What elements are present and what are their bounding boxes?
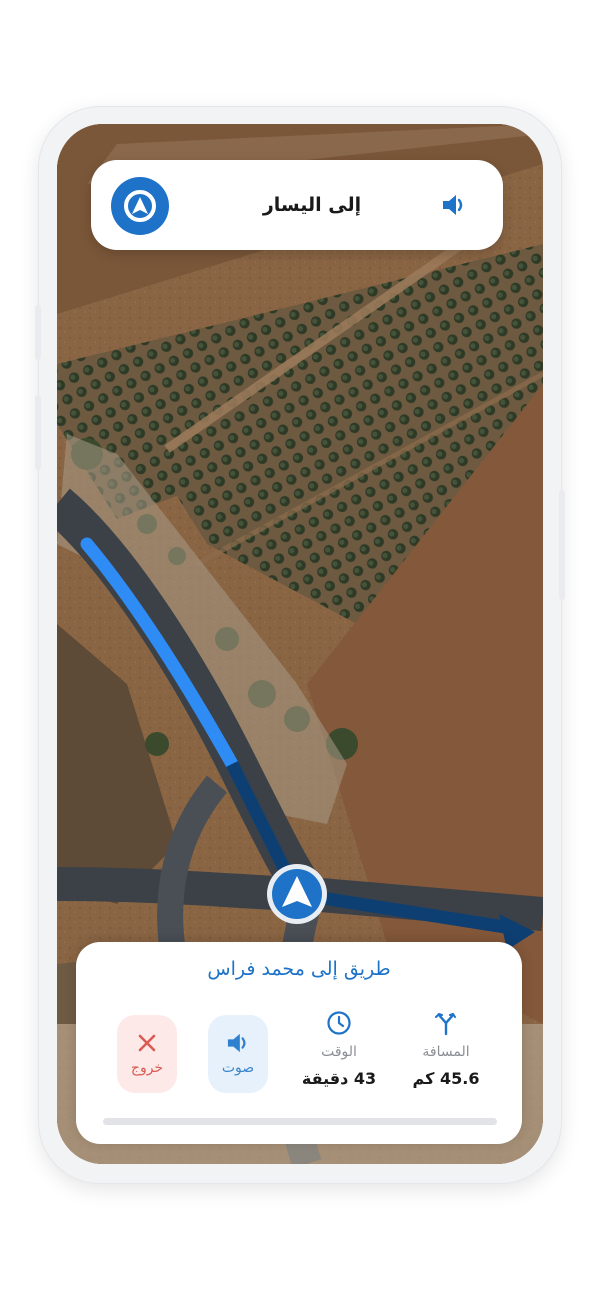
time-label: الوقت: [321, 1044, 357, 1060]
time-value: 43 دقيقة: [301, 1069, 377, 1088]
phone-side-button: [559, 490, 565, 600]
distance-value: 45.6 كم: [412, 1069, 480, 1088]
route-fork-icon: [396, 1010, 496, 1038]
sheet-drag-handle[interactable]: [103, 1118, 497, 1125]
distance-stat: المسافة 45.6 كم: [396, 1010, 496, 1088]
close-icon: [138, 1034, 156, 1052]
exit-label: خروج: [130, 1060, 164, 1076]
turn-instruction-card: إلى اليسار: [91, 160, 503, 250]
route-title: طريق إلى محمد فراس: [207, 958, 391, 980]
trip-info-sheet: طريق إلى محمد فراس خروج صوت الوقت 43 دقي…: [76, 942, 522, 1144]
turn-instruction-text: إلى اليسار: [262, 194, 362, 216]
clock-icon: [289, 1010, 389, 1038]
speaker-icon: [227, 1033, 246, 1053]
time-stat: الوقت 43 دقيقة: [289, 1010, 389, 1088]
speaker-icon[interactable]: [441, 193, 467, 217]
sound-label: صوت: [221, 1060, 255, 1076]
phone-side-button: [35, 305, 41, 360]
distance-label: المسافة: [422, 1044, 470, 1060]
exit-button[interactable]: خروج: [117, 1015, 177, 1093]
phone-screen: إلى اليسار طريق إلى محمد فراس خروج صوت ا…: [57, 124, 543, 1164]
sound-button[interactable]: صوت: [208, 1015, 268, 1093]
navigation-turn-icon: [111, 177, 169, 235]
phone-side-button: [35, 395, 41, 470]
